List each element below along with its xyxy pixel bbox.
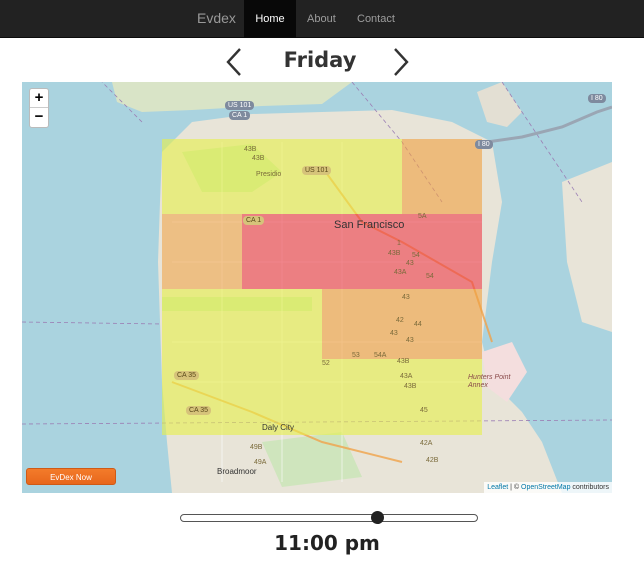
openstreetmap-link[interactable]: OpenStreetMap — [521, 484, 570, 491]
zoom-in-button[interactable]: + — [30, 89, 48, 108]
route-label: 43 — [406, 337, 414, 344]
city-label: San Francisco — [334, 219, 405, 231]
next-day-button[interactable] — [386, 44, 416, 80]
route-shield-ca35: CA 35 — [174, 371, 200, 380]
route-label: 1 — [397, 240, 401, 247]
slider-thumb[interactable] — [371, 511, 384, 524]
route-shield-i80: I 80 — [475, 140, 493, 149]
nav-home[interactable]: Home — [244, 0, 296, 38]
route-label: 43 — [390, 330, 398, 337]
place-label-presidio: Presidio — [256, 171, 282, 178]
heatmap-cell — [402, 139, 482, 214]
route-label: 54 — [412, 252, 420, 259]
route-label: 43B — [388, 250, 401, 257]
heatmap-cell — [162, 214, 242, 289]
day-navigator: Friday — [0, 44, 644, 80]
place-label-broadmoor: Broadmoor — [217, 467, 257, 476]
route-label: 42 — [396, 317, 404, 324]
route-label: 42B — [426, 457, 439, 464]
evdex-now-button[interactable]: EvDex Now — [26, 468, 116, 485]
heatmap-cell — [162, 359, 482, 435]
heatmap-cell — [162, 139, 402, 214]
day-label: Friday — [283, 48, 357, 72]
route-label: 52 — [322, 360, 330, 367]
map-view[interactable]: San Francisco Presidio Daly City Broadmo… — [22, 82, 612, 493]
route-label: 53 — [352, 352, 360, 359]
chevron-right-icon — [394, 48, 409, 76]
route-label: 43B — [252, 155, 265, 162]
route-label: 43B — [397, 358, 410, 365]
chevron-left-icon — [226, 48, 241, 76]
route-label: 42A — [420, 440, 433, 447]
nav-contact[interactable]: Contact — [357, 0, 395, 38]
nav-about[interactable]: About — [307, 0, 336, 38]
route-shield-ca1: CA 1 — [229, 111, 251, 120]
route-label: 43 — [406, 260, 414, 267]
route-label: 54A — [374, 352, 387, 359]
top-navbar: Evdex Home About Contact — [0, 0, 644, 38]
attribution-separator: | © — [508, 484, 522, 491]
route-shield-us101: US 101 — [302, 166, 332, 175]
previous-day-button[interactable] — [220, 44, 250, 80]
brand-logo[interactable]: Evdex — [197, 10, 236, 26]
route-label: 43A — [394, 269, 407, 276]
route-label: 43A — [400, 373, 413, 380]
route-label: 45 — [420, 407, 428, 414]
zoom-control: + − — [29, 88, 49, 128]
attribution-contributors: contributors — [570, 484, 609, 491]
route-label: 44 — [414, 321, 422, 328]
leaflet-link[interactable]: Leaflet — [487, 484, 508, 491]
route-shield-us101: US 101 — [225, 101, 255, 110]
heatmap-cell — [162, 289, 322, 359]
route-shield-i80: I 80 — [588, 94, 606, 103]
place-label-daly-city: Daly City — [262, 423, 295, 432]
route-label: 43B — [244, 146, 257, 153]
map-attribution: Leaflet | © OpenStreetMap contributors — [484, 482, 612, 493]
route-label: 43B — [404, 383, 417, 390]
route-shield-ca1: CA 1 — [243, 216, 265, 225]
route-label: 49B — [250, 444, 263, 451]
route-label: 5A — [418, 213, 427, 220]
place-label-hunters-point: Hunters Point Annex — [468, 374, 511, 389]
route-label: 43 — [402, 294, 410, 301]
route-label: 54 — [426, 273, 434, 280]
zoom-out-button[interactable]: − — [30, 108, 48, 127]
time-label: 11:00 pm — [274, 531, 380, 555]
route-shield-ca35: CA 35 — [186, 406, 212, 415]
slider-track[interactable] — [180, 514, 478, 522]
time-slider[interactable] — [180, 510, 478, 526]
route-label: 49A — [254, 459, 267, 466]
